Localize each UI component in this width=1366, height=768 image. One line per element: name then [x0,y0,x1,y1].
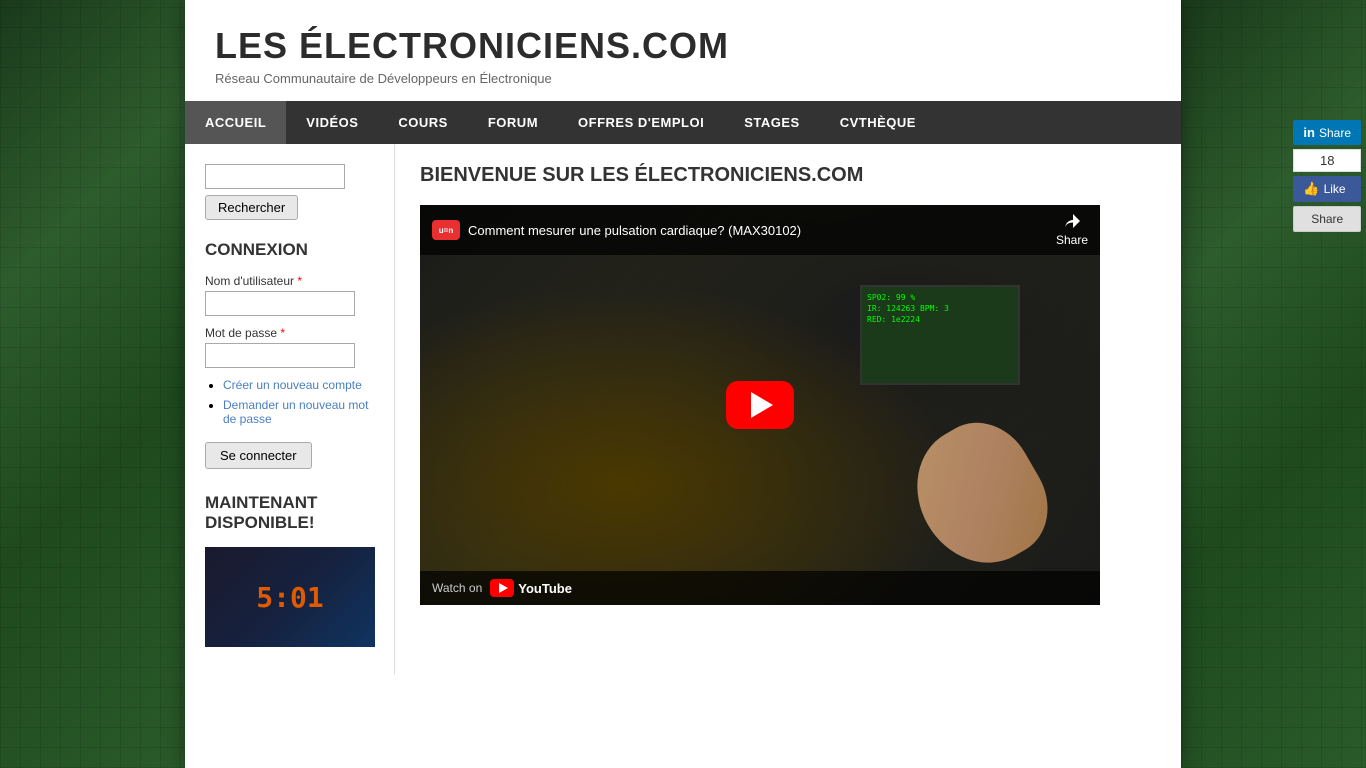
video-container: u=n Comment mesurer une pulsation cardia… [420,205,1100,605]
pcb-display-row-2: IR: 124263 BPM: 3 [867,303,1013,314]
nav-item-cvtheque[interactable]: CVTHÈQUE [820,101,936,144]
site-subtitle: Réseau Communautaire de Développeurs en … [215,71,1151,86]
bg-left-pcb [0,0,185,768]
thumbs-up-icon: 👍 [1303,181,1319,197]
disponible-section: MAINTENANT DISPONIBLE! 5:01 [205,493,374,647]
nav-item-emploi[interactable]: OFFRES D'EMPLOI [558,101,724,144]
linkedin-icon: in [1303,125,1315,140]
share-gray-button[interactable]: Share [1293,206,1361,232]
pcb-display-row-1: SP02: 99 % [867,292,1013,303]
video-channel: u=n Comment mesurer une pulsation cardia… [432,220,801,240]
video-share-button[interactable]: Share [1056,213,1088,247]
share-count: 18 [1293,149,1361,172]
pcb-display: SP02: 99 % IR: 124263 BPM: 3 RED: 1e2224 [860,285,1020,385]
sidebar: Rechercher CONNEXION Nom d'utilisateur *… [185,144,395,674]
username-label: Nom d'utilisateur * [205,274,374,288]
search-button[interactable]: Rechercher [205,195,298,220]
username-required: * [297,274,302,288]
nav-item-forum[interactable]: FORUM [468,101,558,144]
connect-button[interactable]: Se connecter [205,442,312,469]
create-account-item: Créer un nouveau compte [223,378,374,392]
nav-item-cours[interactable]: COURS [378,101,467,144]
main-content: BIENVENUE SUR LES ÉLECTRONICIENS.COM u=n [395,144,1181,674]
site-header: LES ÉLECTRONICIENS.COM Réseau Communauta… [185,0,1181,101]
pcb-display-row-3: RED: 1e2224 [867,314,1013,325]
password-label: Mot de passe * [205,326,374,340]
video-thumbnail[interactable]: u=n Comment mesurer une pulsation cardia… [420,205,1100,605]
channel-logo-text: u=n [439,226,453,235]
main-wrapper: LES ÉLECTRONICIENS.COM Réseau Communauta… [185,0,1181,768]
auth-links: Créer un nouveau compte Demander un nouv… [205,378,374,426]
disponible-image: 5:01 [205,547,375,647]
nav-link-emploi[interactable]: OFFRES D'EMPLOI [558,101,724,144]
disponible-title: MAINTENANT DISPONIBLE! [205,493,374,533]
disponible-display-text: 5:01 [256,581,323,614]
video-title-text: Comment mesurer une pulsation cardiaque?… [468,223,801,238]
watch-on-text: Watch on [432,581,482,595]
youtube-text: YouTube [518,581,572,596]
nav-link-accueil[interactable]: ACCUEIL [185,101,286,144]
search-box: Rechercher [205,164,374,220]
nav-link-cvtheque[interactable]: CVTHÈQUE [820,101,936,144]
search-input[interactable] [205,164,345,189]
nav-link-videos[interactable]: VIDÉOS [286,101,378,144]
nav-link-cours[interactable]: COURS [378,101,467,144]
nav-link-stages[interactable]: STAGES [724,101,820,144]
video-bottombar: Watch on YouTube [420,571,1100,605]
connexion-title: CONNEXION [205,240,374,260]
site-title: LES ÉLECTRONICIENS.COM [215,25,1151,67]
nav-item-accueil[interactable]: ACCUEIL [185,101,286,144]
connexion-section: CONNEXION Nom d'utilisateur * Mot de pas… [205,240,374,469]
bg-right-pcb [1181,0,1366,768]
share-arrow-icon [1063,213,1081,231]
video-topbar: u=n Comment mesurer une pulsation cardia… [420,205,1100,255]
linkedin-share-label: Share [1319,126,1351,140]
facebook-like-button[interactable]: 👍 Like [1293,176,1361,202]
nav-item-videos[interactable]: VIDÉOS [286,101,378,144]
youtube-play-triangle [499,583,508,593]
linkedin-share-button[interactable]: in Share [1293,120,1361,145]
content-area: Rechercher CONNEXION Nom d'utilisateur *… [185,144,1181,674]
play-triangle-icon [751,392,773,418]
forgot-password-item: Demander un nouveau mot de passe [223,398,374,426]
password-input[interactable] [205,343,355,368]
create-account-link[interactable]: Créer un nouveau compte [223,378,362,392]
share-widget: in Share 18 👍 Like Share [1293,120,1361,232]
password-required: * [280,326,285,340]
username-input[interactable] [205,291,355,316]
main-nav: ACCUEIL VIDÉOS COURS FORUM OFFRES D'EMPL… [185,101,1181,144]
facebook-like-label: Like [1324,182,1346,196]
page-title: BIENVENUE SUR LES ÉLECTRONICIENS.COM [420,164,1156,187]
youtube-logo[interactable]: YouTube [490,579,572,597]
youtube-play-icon [490,579,514,597]
play-button[interactable] [726,381,794,429]
nav-link-forum[interactable]: FORUM [468,101,558,144]
nav-item-stages[interactable]: STAGES [724,101,820,144]
video-share-label: Share [1056,233,1088,247]
channel-logo: u=n [432,220,460,240]
forgot-password-link[interactable]: Demander un nouveau mot de passe [223,398,368,426]
